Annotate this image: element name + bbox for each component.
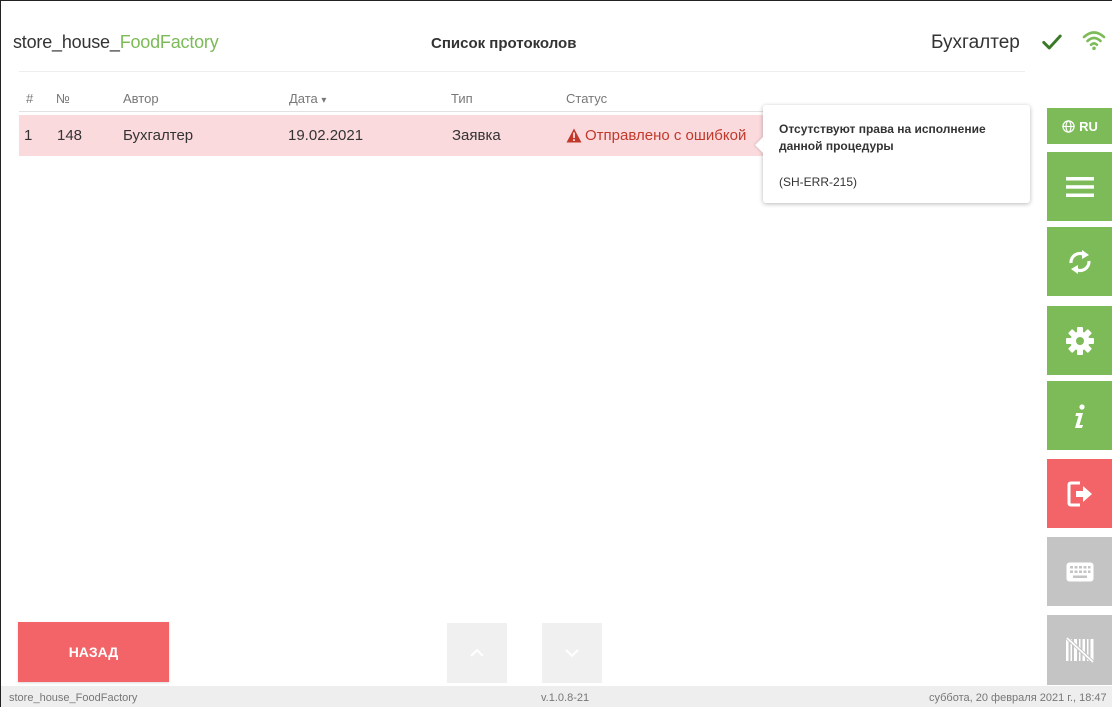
language-label: RU bbox=[1079, 118, 1098, 134]
tooltip-message: Отсутствуют права на исполнение данной п… bbox=[779, 122, 986, 153]
sync-icon bbox=[1069, 249, 1091, 274]
status-bar: store_house_FoodFactory v.1.0.8-21 суббо… bbox=[1, 686, 1112, 707]
menu-button[interactable] bbox=[1047, 152, 1112, 221]
sync-button[interactable] bbox=[1047, 227, 1112, 296]
col-number[interactable]: № bbox=[56, 91, 70, 106]
scroll-up-button[interactable] bbox=[447, 623, 507, 683]
tooltip-error-code: (SH-ERR-215) bbox=[779, 175, 858, 189]
keyboard-icon bbox=[1066, 562, 1094, 581]
error-tooltip: Отсутствуют права на исполнение данной п… bbox=[755, 105, 1030, 203]
col-author[interactable]: Автор bbox=[123, 91, 159, 106]
keyboard-button[interactable] bbox=[1047, 537, 1112, 606]
user-name[interactable]: Бухгалтер bbox=[931, 32, 1020, 54]
app-title-brand: FoodFactory bbox=[119, 32, 219, 52]
back-button[interactable]: НАЗАД bbox=[18, 622, 169, 682]
row-index: 1 bbox=[24, 127, 33, 144]
check-icon bbox=[1042, 34, 1062, 50]
info-icon bbox=[1075, 403, 1085, 428]
row-date: 19.02.2021 bbox=[288, 127, 364, 144]
language-button[interactable]: RU bbox=[1047, 108, 1112, 144]
app-title-prefix: store_house_ bbox=[13, 32, 120, 52]
row-author: Бухгалтер bbox=[123, 127, 194, 144]
menu-icon bbox=[1066, 176, 1094, 197]
info-button[interactable] bbox=[1047, 381, 1112, 450]
footer-version: v.1.0.8-21 bbox=[541, 692, 590, 704]
row-number: 148 bbox=[57, 127, 83, 144]
gear-icon bbox=[1066, 326, 1094, 355]
col-type[interactable]: Тип bbox=[451, 91, 473, 106]
globe-icon bbox=[1062, 119, 1075, 133]
footer-datetime: суббота, 20 февраля 2021 г., 18:47 bbox=[929, 692, 1107, 704]
warning-triangle-icon[interactable] bbox=[566, 128, 582, 143]
col-date[interactable]: Дата ▾ bbox=[289, 91, 326, 106]
header-divider bbox=[19, 71, 1025, 72]
app-window: store_house_FoodFactory Список протоколо… bbox=[0, 0, 1112, 707]
wifi-icon bbox=[1082, 31, 1106, 51]
logout-button[interactable] bbox=[1047, 459, 1112, 528]
tooltip-arrow bbox=[755, 137, 763, 153]
col-index: # bbox=[26, 91, 34, 106]
footer-app-name: store_house_FoodFactory bbox=[9, 692, 138, 704]
header: store_house_FoodFactory Список протоколо… bbox=[1, 1, 1112, 73]
col-date-label: Дата bbox=[289, 91, 318, 106]
app-title: store_house_FoodFactory bbox=[13, 32, 219, 53]
exit-icon bbox=[1067, 481, 1092, 506]
barcode-off-icon bbox=[1065, 637, 1095, 663]
sort-desc-icon: ▾ bbox=[321, 95, 327, 106]
row-status[interactable]: Отправлено с ошибкой bbox=[585, 127, 746, 144]
chevron-down-icon bbox=[565, 649, 579, 658]
col-status[interactable]: Статус bbox=[566, 91, 607, 106]
row-type: Заявка bbox=[452, 127, 501, 144]
page-title: Список протоколов bbox=[431, 35, 577, 52]
barcode-scanner-button[interactable] bbox=[1047, 615, 1112, 685]
settings-button[interactable] bbox=[1047, 306, 1112, 375]
scroll-down-button[interactable] bbox=[542, 623, 602, 683]
chevron-up-icon bbox=[470, 648, 484, 657]
